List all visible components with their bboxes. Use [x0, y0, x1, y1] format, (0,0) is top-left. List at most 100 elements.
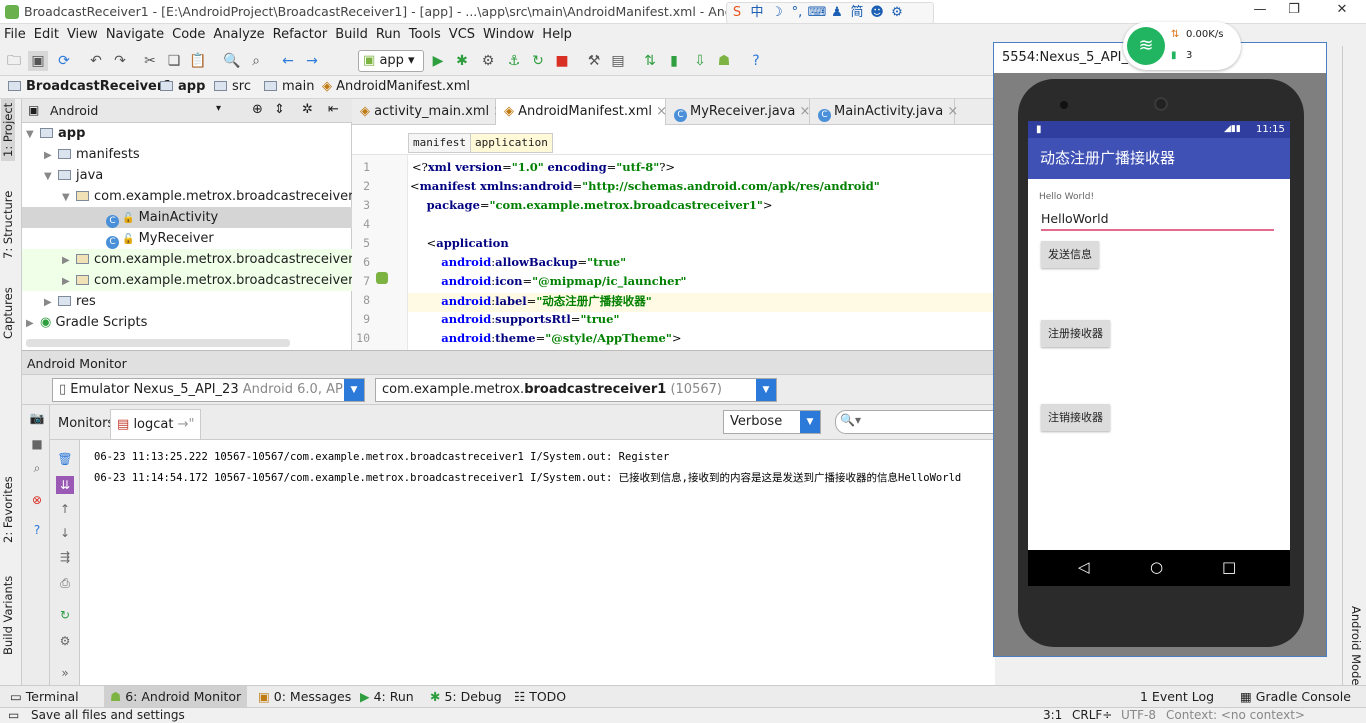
ime-skin-icon[interactable]: ☻ [867, 3, 887, 23]
up-arrow-icon[interactable]: ↑ [56, 500, 74, 518]
tab-event-log[interactable]: 1 Event Log [1140, 686, 1214, 708]
tab-myreceiver[interactable]: C MyReceiver.java × [666, 99, 810, 125]
tab-logcat[interactable]: ▤ logcat →" [110, 409, 202, 439]
soft-wrap-icon[interactable]: ⇶ [56, 548, 74, 566]
screen-record-icon[interactable]: ■ [28, 435, 46, 453]
debug-icon[interactable]: ✱ [452, 51, 472, 71]
ime-chinese-mode-icon[interactable]: 中 [747, 3, 767, 23]
menu-vcs[interactable]: VCS [445, 24, 479, 45]
settings-icon[interactable]: ⚙ [56, 632, 74, 650]
breadcrumb-src[interactable]: src [214, 79, 251, 94]
tree-item-package[interactable]: ▼ com.example.metrox.broadcastreceiver1 [22, 186, 362, 207]
settings-icon[interactable]: ✲ [302, 102, 313, 117]
logcat-search-input[interactable]: 🔍▾ [835, 410, 1005, 434]
undo-icon[interactable]: ↶ [86, 51, 106, 71]
ime-keyboard-icon[interactable]: ⌨ [807, 3, 827, 23]
expand-arrow-icon[interactable]: ▶ [44, 292, 58, 313]
tab-activity-main[interactable]: ◈ activity_main.xml × [352, 99, 504, 125]
vtab-structure[interactable]: 7: Structure [1, 191, 15, 259]
vtab-project[interactable]: 1: Project [1, 98, 15, 161]
menu-build[interactable]: Build [331, 24, 372, 45]
menu-run[interactable]: Run [372, 24, 405, 45]
vtab-favorites[interactable]: 2: Favorites [1, 476, 15, 543]
register-receiver-button[interactable]: 注册接收器 [1041, 320, 1110, 347]
back-icon[interactable]: ← [278, 51, 298, 71]
file-encoding[interactable]: UTF-8 [1121, 708, 1156, 723]
device-select[interactable]: ▯ Emulator Nexus_5_API_23 Android 6.0, A… [52, 378, 365, 402]
breadcrumb-main[interactable]: main [264, 79, 314, 94]
menu-file[interactable]: File [0, 24, 30, 45]
android-gutter-icon[interactable] [376, 272, 388, 284]
forward-icon[interactable]: → [302, 51, 322, 71]
menu-navigate[interactable]: Navigate [102, 24, 168, 45]
view-mode-dropdown-icon[interactable]: ▾ [216, 103, 221, 114]
more-icon[interactable]: » [56, 664, 74, 682]
scroll-from-source-icon[interactable]: ⊕ [252, 102, 263, 117]
menu-help[interactable]: Help [538, 24, 576, 45]
vtab-android-model[interactable]: Android Model [1349, 606, 1363, 689]
stop-icon[interactable]: ■ [552, 51, 572, 71]
coverage-icon[interactable]: ⚙ [478, 51, 498, 71]
pin-icon[interactable]: →" [178, 417, 195, 432]
tree-item-res[interactable]: ▶ res [22, 291, 352, 312]
system-info-icon[interactable]: ⌕ [28, 459, 46, 477]
project-view-mode[interactable]: Android [50, 103, 98, 118]
tab-terminal[interactable]: ▭ Terminal [10, 686, 79, 708]
apply-changes-icon[interactable]: ↻ [528, 51, 548, 71]
sdk-download-icon[interactable]: ⇩ [690, 51, 710, 71]
xml-path-application[interactable]: application [470, 133, 553, 153]
tree-item-package-test[interactable]: ▶com.example.metrox.broadcastreceiver1 (… [22, 270, 376, 292]
breadcrumb-project[interactable]: BroadcastReceiver1 [8, 79, 172, 94]
menu-view[interactable]: View [63, 24, 102, 45]
help-icon[interactable]: ? [28, 521, 46, 539]
menu-analyze[interactable]: Analyze [209, 24, 268, 45]
run-icon[interactable]: ▶ [428, 51, 448, 71]
terminate-icon[interactable]: ⊗ [28, 491, 46, 509]
tab-mainactivity[interactable]: C MainActivity.java × [810, 99, 958, 125]
ime-punct-icon[interactable]: °, [787, 3, 807, 23]
ime-logo-icon[interactable]: S [727, 3, 747, 23]
tree-item-manifests[interactable]: ▶ manifests [22, 144, 352, 165]
save-all-icon[interactable]: ▣ [28, 51, 48, 71]
tab-gradle-console[interactable]: ▦ Gradle Console [1240, 686, 1351, 708]
expand-arrow-icon[interactable]: ▶ [62, 250, 76, 271]
tree-item-app[interactable]: ▼ app [22, 123, 352, 144]
tree-item-java[interactable]: ▼ java [22, 165, 352, 186]
sdk-manager-icon[interactable]: ▤ [608, 51, 628, 71]
sync-icon[interactable]: ⟳ [54, 51, 74, 71]
tab-messages[interactable]: ▣ 0: Messages [258, 686, 351, 708]
tab-run[interactable]: ▶ 4: Run [360, 686, 414, 708]
xml-path-manifest[interactable]: manifest [408, 133, 471, 153]
cut-icon[interactable]: ✂ [140, 51, 160, 71]
replace-icon[interactable]: ⌕ [246, 51, 266, 71]
menu-code[interactable]: Code [168, 24, 209, 45]
wifi-icon[interactable]: ≋ [1127, 27, 1165, 65]
close-tab-icon[interactable]: × [799, 104, 810, 119]
line-separator[interactable]: CRLF÷ [1072, 708, 1112, 723]
project-structure-icon[interactable]: ⚒ [584, 51, 604, 71]
close-window-button[interactable]: ✕ [1332, 2, 1352, 20]
minimize-button[interactable]: — [1250, 2, 1270, 20]
maximize-button[interactable]: ❐ [1284, 2, 1304, 20]
down-arrow-icon[interactable]: ↓ [56, 524, 74, 542]
breadcrumb-app[interactable]: app [160, 79, 205, 94]
copy-icon[interactable]: ❏ [164, 51, 184, 71]
breadcrumb-manifest[interactable]: ◈ AndroidManifest.xml [322, 79, 470, 94]
help-icon[interactable]: ? [746, 51, 766, 71]
redo-icon[interactable]: ↷ [110, 51, 130, 71]
menu-window[interactable]: Window [479, 24, 538, 45]
scroll-to-end-icon[interactable]: ⇊ [56, 476, 74, 494]
paste-icon[interactable]: 📋 [188, 51, 208, 71]
clear-logcat-icon[interactable]: 🗑 [56, 450, 74, 468]
process-select[interactable]: com.example.metrox.broadcastreceiver1 (1… [375, 378, 777, 402]
open-folder-icon[interactable]: 🗀 [4, 51, 24, 71]
log-level-select[interactable]: Verbose ▼ [723, 410, 821, 434]
screenshot-icon[interactable]: 📷 [28, 409, 46, 427]
tab-todo[interactable]: ☷ TODO [514, 686, 566, 708]
run-config-select[interactable]: ▣ app ▾ [358, 50, 424, 72]
hide-panel-icon[interactable]: ⇤ [328, 102, 339, 117]
collapse-all-icon[interactable]: ⇕ [274, 102, 285, 117]
expand-arrow-icon[interactable]: ▶ [62, 271, 76, 292]
android-device-monitor-icon[interactable]: ☗ [714, 51, 734, 71]
recents-icon[interactable]: □ [1222, 558, 1236, 576]
